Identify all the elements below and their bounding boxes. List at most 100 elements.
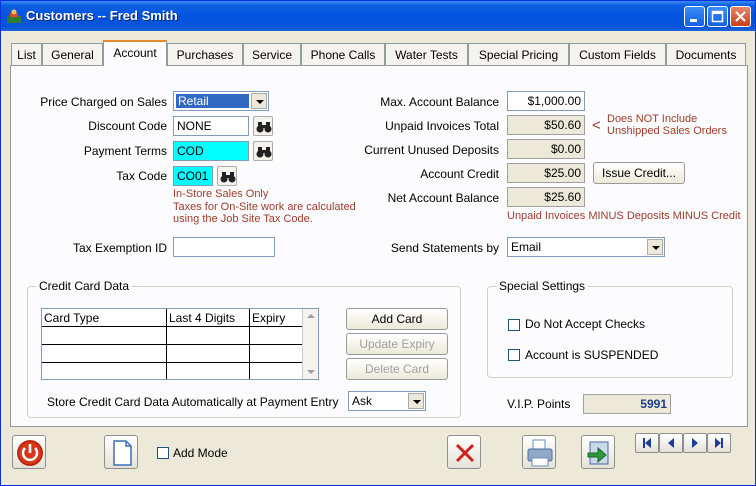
price-charged-value: Retail [176,94,249,108]
tab-phone-calls[interactable]: Phone Calls [301,43,385,65]
suspended-checkbox[interactable] [508,349,520,361]
tab-general[interactable]: General [42,43,103,65]
next-record-button[interactable] [683,433,707,453]
table-row[interactable] [42,363,318,379]
send-statements-label: Send Statements by [390,241,499,255]
tab-custom-fields[interactable]: Custom Fields [569,43,666,65]
special-settings-title: Special Settings [496,279,589,293]
customers-window: Customers -- Fred Smith List General Acc… [0,0,756,486]
tab-label: Phone Calls [310,48,376,62]
add-mode-checkbox[interactable] [157,447,169,459]
chevron-down-icon[interactable] [251,93,267,109]
print-button[interactable] [522,435,556,469]
credit-card-group-title: Credit Card Data [36,279,133,293]
export-button[interactable] [581,435,615,469]
tab-special-pricing[interactable]: Special Pricing [468,43,569,65]
table-scrollbar[interactable] [302,309,318,379]
tab-documents[interactable]: Documents [666,43,746,65]
first-record-button[interactable] [635,433,659,453]
chevron-down-icon[interactable] [408,393,424,409]
vip-points-value: 5991 [583,394,671,414]
tax-note-instore: In-Store Sales Only [173,188,269,200]
scroll-down-icon[interactable] [303,365,319,379]
last-icon [715,438,723,448]
max-balance-label: Max. Account Balance [380,95,499,109]
table-row[interactable] [42,327,318,345]
exit-button[interactable] [12,435,46,469]
tax-code-label: Tax Code [116,169,167,183]
close-icon [735,11,746,22]
export-icon [587,441,609,465]
tab-purchases[interactable]: Purchases [167,43,243,65]
tab-label: General [51,48,94,62]
terms-lookup-button[interactable] [253,141,273,161]
account-panel: Price Charged on Sales Retail Discount C… [10,65,748,427]
price-charged-select[interactable]: Retail [173,91,269,111]
maximize-icon [711,10,724,23]
title-bar[interactable]: Customers -- Fred Smith [1,1,755,31]
store-card-select[interactable]: Ask [348,391,426,411]
new-document-button[interactable] [104,435,138,469]
tab-label: Special Pricing [478,48,559,62]
tab-label: Purchases [176,48,234,62]
discount-code-input[interactable]: NONE [173,116,249,136]
last-record-button[interactable] [707,433,731,453]
chevron-down-icon[interactable] [647,239,663,255]
close-window-button[interactable] [730,6,751,27]
payment-terms-input[interactable]: COD [173,141,249,161]
store-card-value: Ask [352,394,373,408]
table-header-row: Card Type Last 4 Digits Expiry [42,309,318,327]
add-mode-label: Add Mode [173,446,228,460]
next-icon [692,438,698,448]
column-header-last4[interactable]: Last 4 Digits [167,309,250,327]
delete-button[interactable] [447,435,481,469]
binoculars-icon [256,147,272,158]
unpaid-invoices-value: $50.60 [507,115,585,135]
update-expiry-button[interactable]: Update Expiry [346,333,448,355]
discount-lookup-button[interactable] [253,116,273,136]
price-charged-label: Price Charged on Sales [40,95,167,109]
net-balance-note: Unpaid Invoices MINUS Deposits MINUS Cre… [507,210,741,222]
max-balance-input[interactable]: $1,000.00 [507,91,585,111]
unpaid-note-line1: Does NOT Include [607,113,698,125]
tab-account[interactable]: Account [103,40,167,66]
add-card-button[interactable]: Add Card [346,308,448,330]
column-header-card-type[interactable]: Card Type [42,309,167,327]
previous-record-button[interactable] [659,433,683,453]
unpaid-note-line2: Unshipped Sales Orders [607,125,727,137]
vip-points-label: V.I.P. Points [507,397,571,411]
delete-x-icon [455,443,475,463]
tab-label: Custom Fields [579,48,656,62]
tab-service[interactable]: Service [243,43,301,65]
column-header-expiry[interactable]: Expiry [250,309,304,327]
delete-card-button[interactable]: Delete Card [346,358,448,380]
issue-credit-button[interactable]: Issue Credit... [593,162,685,184]
unused-deposits-value: $0.00 [507,139,585,159]
first-icon [643,438,651,448]
maximize-button[interactable] [707,6,728,27]
no-checks-label: Do Not Accept Checks [525,317,646,331]
account-credit-label: Account Credit [420,167,499,181]
previous-icon [668,438,674,448]
no-checks-checkbox[interactable] [508,319,520,331]
window-content: List General Account Purchases Service P… [4,31,755,483]
minimize-button[interactable] [684,6,705,27]
power-icon [17,440,43,466]
table-row[interactable] [42,345,318,363]
tab-list[interactable]: List [11,43,42,65]
credit-card-table[interactable]: Card Type Last 4 Digits Expiry [41,308,319,380]
payment-terms-label: Payment Terms [83,144,167,158]
tab-label: List [17,48,36,62]
send-statements-value: Email [511,240,542,254]
tab-label: Documents [675,48,737,62]
tax-lookup-button[interactable] [217,166,237,186]
unused-deposits-label: Current Unused Deposits [364,143,499,157]
unpaid-note-arrow: < [592,117,601,134]
scroll-up-icon[interactable] [303,309,319,323]
unpaid-invoices-label: Unpaid Invoices Total [385,119,499,133]
send-statements-select[interactable]: Email [507,237,665,257]
tab-water-tests[interactable]: Water Tests [385,43,468,65]
document-icon [113,440,132,466]
tax-code-input[interactable]: CO01 [173,166,213,186]
tax-exemption-input[interactable] [173,237,275,257]
